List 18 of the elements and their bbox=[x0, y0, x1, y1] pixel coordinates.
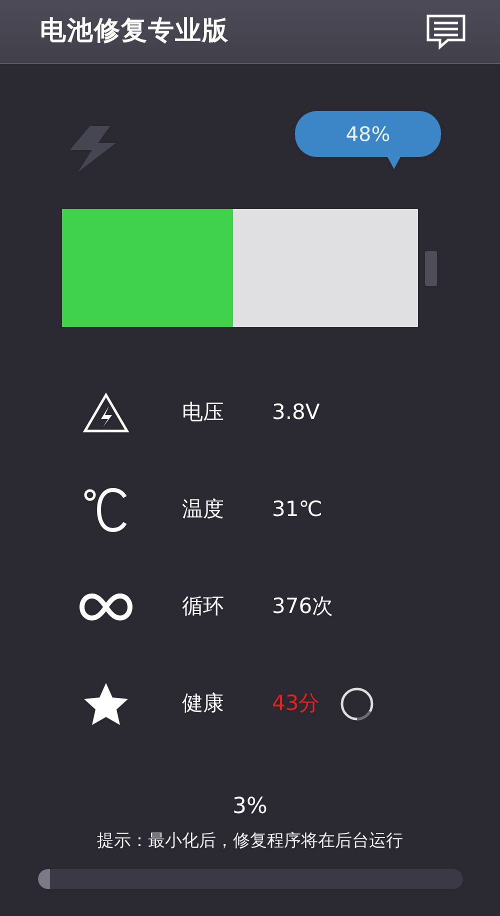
repair-percent: 3% bbox=[232, 793, 268, 821]
hint-text: 提示：最小化后，修复程序将在后台运行 bbox=[97, 830, 403, 853]
battery-terminal bbox=[425, 250, 437, 286]
message-icon[interactable] bbox=[426, 14, 466, 50]
warning-icon bbox=[82, 392, 130, 434]
stat-value: 3.8V bbox=[272, 398, 320, 426]
star-icon bbox=[83, 682, 129, 726]
stat-value: 31℃ bbox=[272, 496, 322, 523]
stat-label: 循环 bbox=[182, 594, 224, 618]
stat-label: 健康 bbox=[182, 690, 224, 715]
infinity-icon bbox=[79, 592, 133, 622]
stat-value: 376次 bbox=[272, 592, 334, 620]
stat-label: 温度 bbox=[182, 496, 224, 521]
stat-label: 电压 bbox=[182, 400, 224, 424]
app-title: 电池修复专业版 bbox=[40, 15, 229, 48]
stat-value: 43分 bbox=[272, 690, 320, 717]
percent-tooltip: 48% bbox=[295, 111, 441, 169]
celsius-icon bbox=[83, 486, 129, 532]
